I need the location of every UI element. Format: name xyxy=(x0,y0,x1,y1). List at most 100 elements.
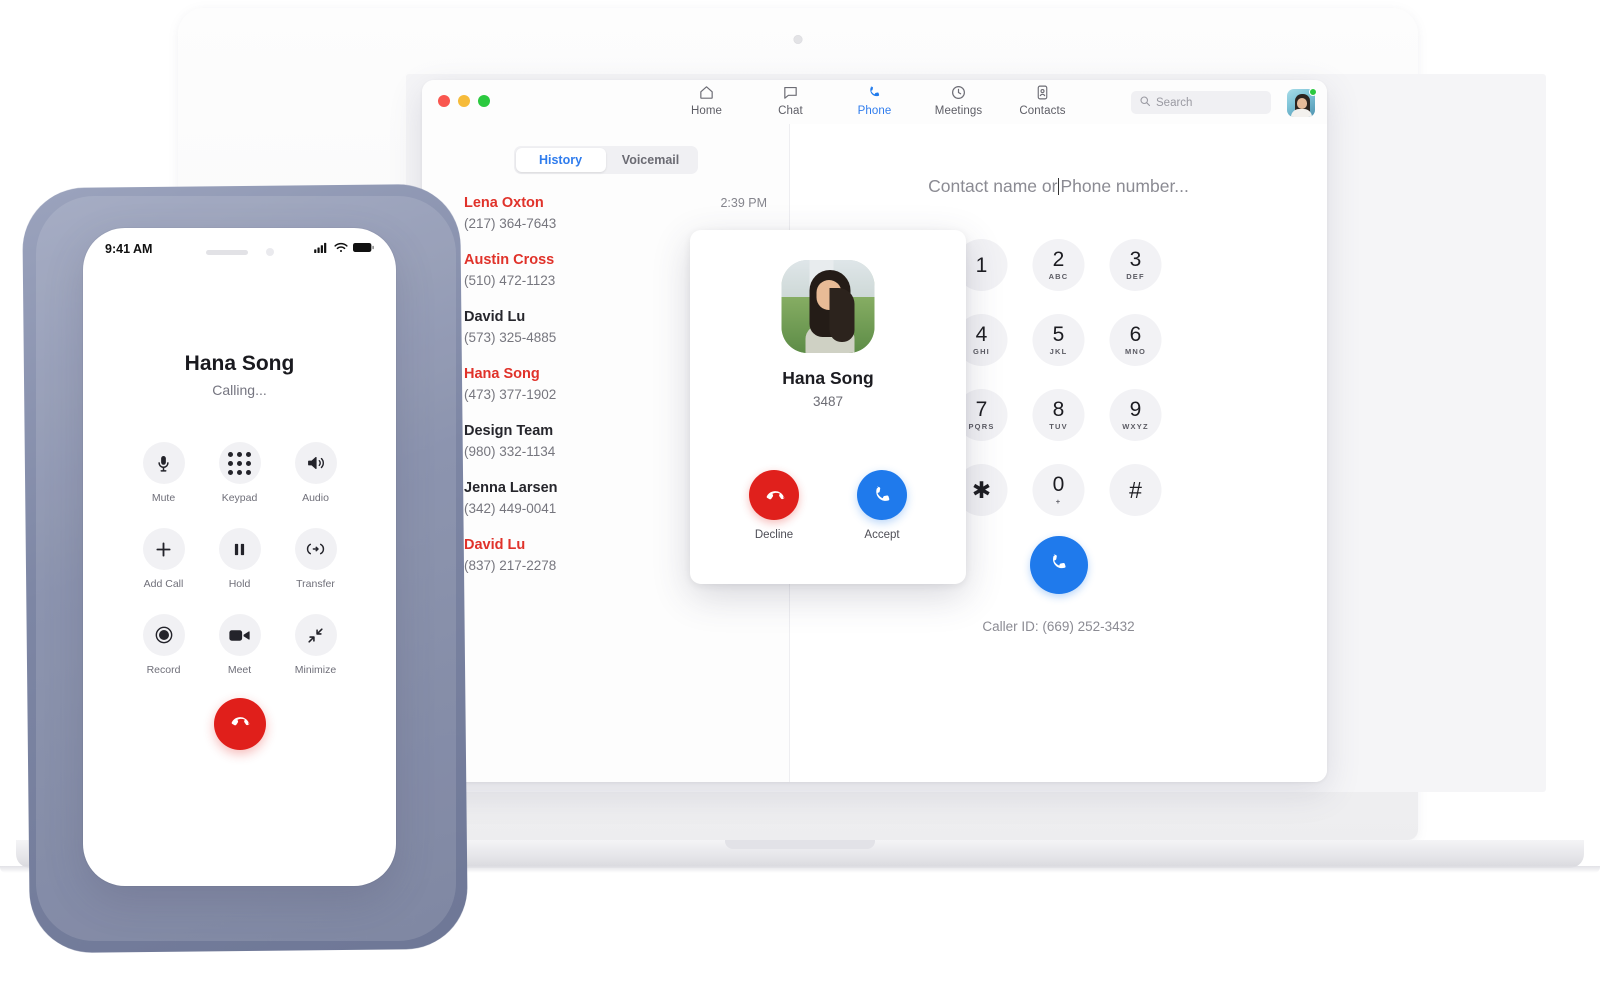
dialpad-key-6[interactable]: 6 MNO xyxy=(1109,314,1162,366)
window-traffic-lights[interactable] xyxy=(438,95,490,107)
dialpad-key-0[interactable]: 0 + xyxy=(1032,464,1085,516)
mobile-control-record[interactable]: Record xyxy=(126,614,202,676)
close-button[interactable] xyxy=(438,95,450,107)
mobile-control-label: Minimize xyxy=(294,664,337,676)
nav-label-contacts: Contacts xyxy=(1019,105,1066,117)
dial-call-button[interactable] xyxy=(1029,536,1088,594)
accept-button[interactable]: Accept xyxy=(857,470,907,541)
nav-item-phone[interactable]: Phone xyxy=(846,83,904,117)
mobile-control-mute[interactable]: Mute xyxy=(126,442,202,504)
phone-icon xyxy=(866,83,883,102)
dialpad: 1 2 ABC 3 DEF 4 GHI 5 JKL 6 MNO 7 PQRS 8 TUV 9 WXYZ ✱ 0 + # xyxy=(943,239,1174,539)
wifi-icon xyxy=(334,240,348,258)
nav-item-meetings[interactable]: Meetings xyxy=(930,83,988,117)
tab-history-label: History xyxy=(538,153,583,167)
call-timestamp: 2:39 PM xyxy=(720,196,767,210)
dialpad-key-digit: # xyxy=(1129,476,1142,503)
plus-icon xyxy=(142,528,185,570)
mobile-control-minimize[interactable]: Minimize xyxy=(278,614,354,676)
laptop-hinge-notch xyxy=(725,840,875,849)
dialpad-key-digit: 2 xyxy=(1052,248,1065,271)
dialpad-key-5[interactable]: 5 JKL xyxy=(1032,314,1085,366)
dialpad-key-digit: 3 xyxy=(1129,248,1142,271)
dialpad-key-2[interactable]: 2 ABC xyxy=(1032,239,1085,291)
dialpad-key-digit: 7 xyxy=(975,398,988,421)
nav-label-chat: Chat xyxy=(778,105,803,117)
dialpad-key-hash[interactable]: # xyxy=(1109,464,1162,516)
nav-label-phone: Phone xyxy=(857,105,892,117)
minimize-button[interactable] xyxy=(458,95,470,107)
nav-item-home[interactable]: Home xyxy=(678,83,736,117)
mobile-control-transfer[interactable]: Transfer xyxy=(278,528,354,590)
dialpad-key-9[interactable]: 9 WXYZ xyxy=(1109,389,1162,441)
dialpad-key-letters: + xyxy=(1055,497,1062,506)
speaker-icon xyxy=(294,442,337,484)
dialpad-key-letters: TUV xyxy=(1049,422,1068,431)
mobile-control-add-call[interactable]: Add Call xyxy=(126,528,202,590)
battery-icon xyxy=(353,240,374,258)
dialpad-key-digit: ✱ xyxy=(971,476,992,503)
mobile-control-label: Keypad xyxy=(221,492,258,504)
dialpad-key-letters: PQRS xyxy=(968,422,995,431)
decline-call-icon xyxy=(749,470,799,520)
dialpad-key-3[interactable]: 3 DEF xyxy=(1109,239,1162,291)
status-indicators xyxy=(314,240,374,258)
dialpad-key-8[interactable]: 8 TUV xyxy=(1032,389,1085,441)
dialpad-key-letters: MNO xyxy=(1124,347,1147,356)
dialpad-key-digit: 6 xyxy=(1129,323,1142,346)
mobile-control-hold[interactable]: Hold xyxy=(202,528,278,590)
mobile-control-meet[interactable]: Meet xyxy=(202,614,278,676)
caller-extension: 3487 xyxy=(812,394,844,409)
decline-button[interactable]: Decline xyxy=(749,470,799,541)
pause-icon xyxy=(218,528,261,570)
video-icon xyxy=(218,614,261,656)
call-icon xyxy=(1047,551,1071,580)
search-input[interactable]: Search xyxy=(1131,91,1271,114)
end-call-icon xyxy=(227,709,252,739)
end-call-button[interactable] xyxy=(213,698,266,750)
dialpad-key-digit: 8 xyxy=(1052,398,1065,421)
phone-notch xyxy=(175,240,304,264)
mobile-control-label: Meet xyxy=(227,664,252,676)
caller-id-label: Caller ID: (669) 252-3432 xyxy=(982,619,1135,634)
earpiece-speaker xyxy=(205,249,248,255)
mobile-caller-name: Hana Song xyxy=(184,352,295,375)
desktop-app-window: Home Chat Phone Meetings Contacts Search… xyxy=(422,80,1327,782)
maximize-button[interactable] xyxy=(478,95,490,107)
dialpad-key-digit: 0 xyxy=(1052,473,1065,496)
tab-voicemail[interactable]: Voicemail xyxy=(606,148,696,172)
nav-item-chat[interactable]: Chat xyxy=(762,83,820,117)
chat-icon xyxy=(782,83,799,102)
mobile-control-label: Audio xyxy=(302,492,329,504)
avatar-body xyxy=(1291,109,1312,117)
window-titlebar: Home Chat Phone Meetings Contacts Search xyxy=(422,80,1327,124)
mobile-call-status: Calling... xyxy=(212,382,267,398)
dialpad-key-letters: GHI xyxy=(973,347,990,356)
tab-history[interactable]: History xyxy=(515,148,606,172)
screenshot-root: Home Chat Phone Meetings Contacts Search… xyxy=(0,0,1600,993)
dialpad-key-digit: 1 xyxy=(975,253,988,277)
dialer-input[interactable]: Contact name or Phone number... xyxy=(790,176,1327,197)
record-icon xyxy=(142,614,185,656)
status-badge xyxy=(1309,88,1317,96)
clock-icon xyxy=(950,83,967,102)
status-time: 9:41 AM xyxy=(105,242,153,256)
dialpad-key-letters: WXYZ xyxy=(1122,422,1149,431)
mobile-control-label: Record xyxy=(146,664,181,676)
decline-label: Decline xyxy=(754,529,794,541)
dialer-placeholder-right: Phone number... xyxy=(1060,176,1189,196)
accept-label: Accept xyxy=(864,529,900,541)
mobile-control-keypad[interactable]: Keypad xyxy=(202,442,278,504)
mobile-control-audio[interactable]: Audio xyxy=(278,442,354,504)
accept-call-icon xyxy=(857,470,907,520)
dialpad-key-letters: DEF xyxy=(1126,272,1145,281)
main-navigation: Home Chat Phone Meetings Contacts xyxy=(678,83,1072,117)
mobile-control-label: Hold xyxy=(228,578,251,590)
history-voicemail-tabs: History Voicemail xyxy=(513,146,698,174)
keypad-icon xyxy=(218,442,261,484)
mobile-control-label: Mute xyxy=(151,492,176,504)
caller-avatar xyxy=(781,260,875,353)
minimize-icon xyxy=(294,614,337,656)
nav-item-contacts[interactable]: Contacts xyxy=(1014,83,1072,117)
search-icon xyxy=(1139,94,1151,112)
